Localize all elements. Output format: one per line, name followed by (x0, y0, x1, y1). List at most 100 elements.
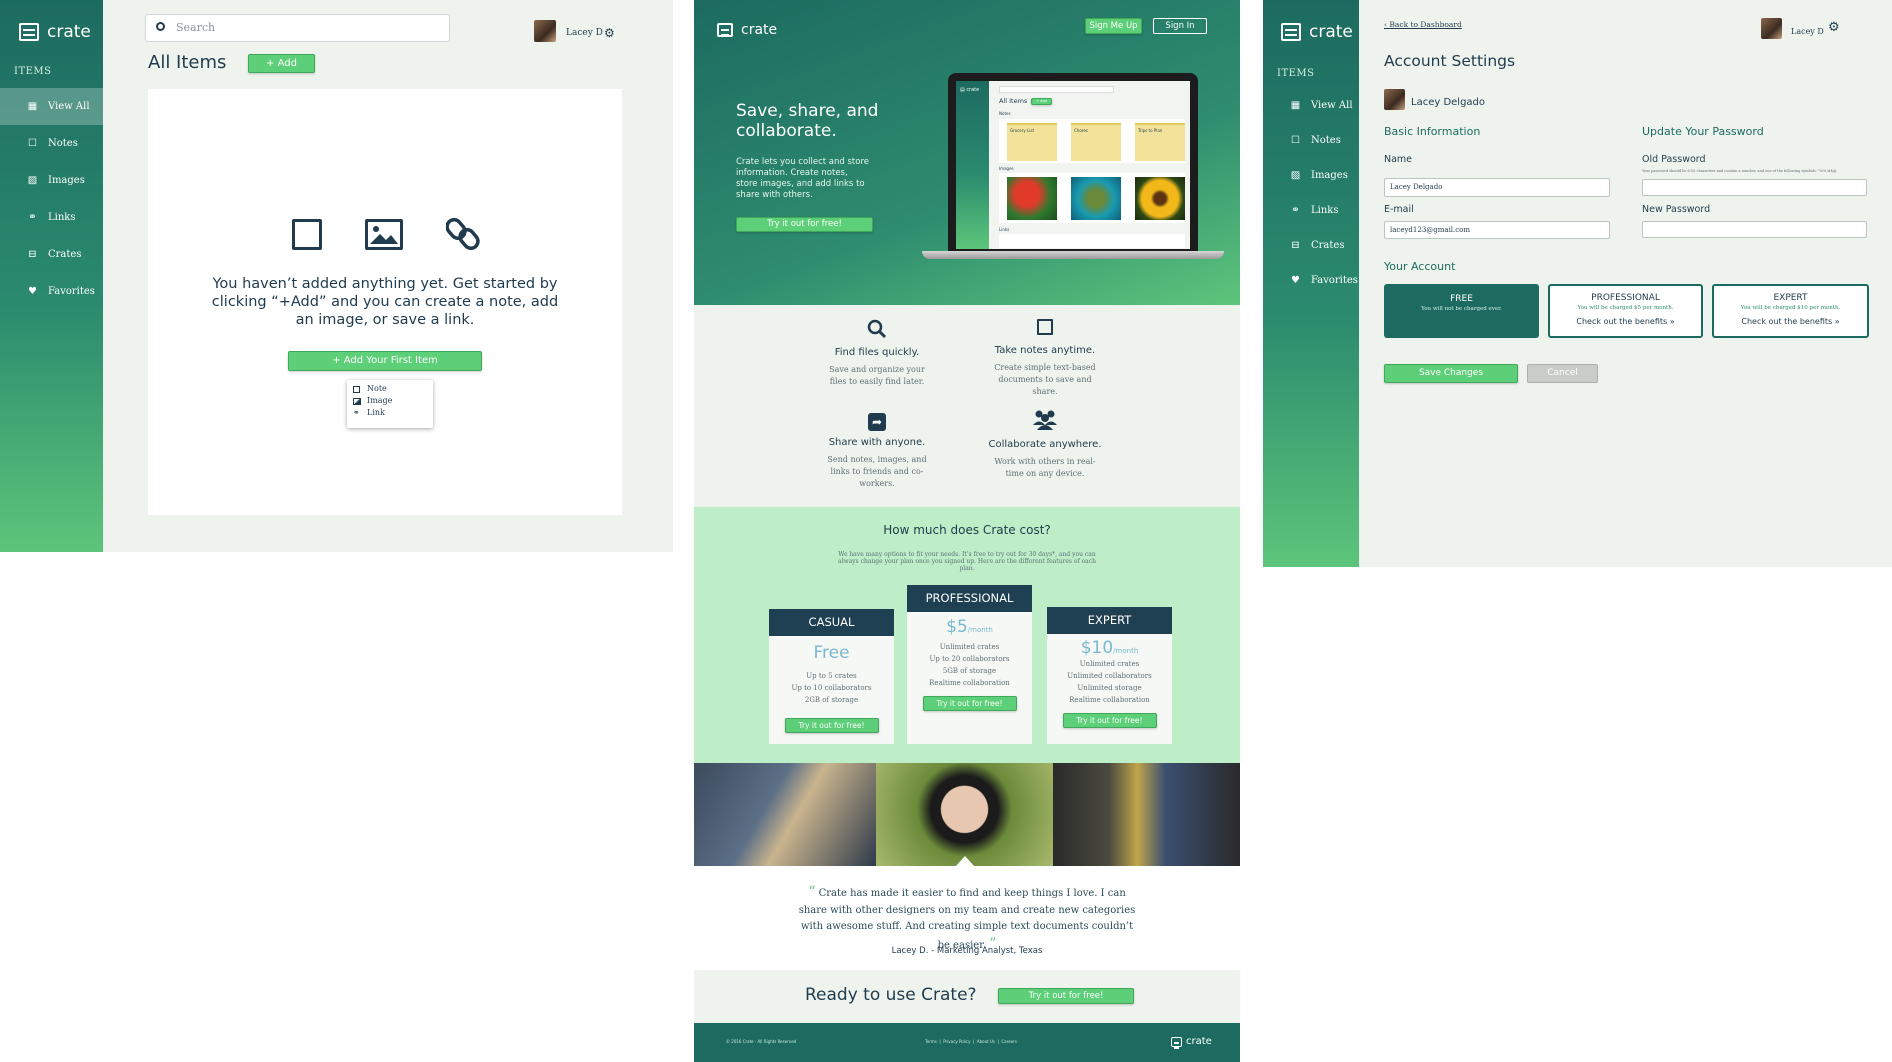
sidebar-item-label: Crates (1311, 240, 1345, 251)
plan-cta-button[interactable]: Try it out for free! (784, 718, 879, 733)
gear-icon[interactable]: ⚙ (604, 26, 615, 40)
signup-button[interactable]: Sign Me Up (1085, 18, 1142, 34)
sidebar-item-notes[interactable]: ☐ Notes (1263, 123, 1359, 158)
hero-section: crate Sign Me Up Sign In Save, share, an… (694, 0, 1240, 305)
footer-links[interactable]: Terms | Privacy Policy | About Us | Care… (925, 1039, 1017, 1044)
sidebar-item-images[interactable]: ▨ Images (0, 162, 103, 199)
mockup-images-label: Images (999, 166, 1014, 171)
user-name[interactable]: Lacey D (566, 28, 603, 38)
link-icon: ⚭ (28, 212, 37, 223)
email-label: E-mail (1384, 204, 1414, 215)
plan-cta-button[interactable]: Try it out for free! (922, 696, 1017, 711)
sidebar-item-view-all[interactable]: ▦ View All (1263, 88, 1359, 123)
sidebar-item-images[interactable]: ▨ Images (1263, 158, 1359, 193)
logo[interactable]: crate (19, 22, 91, 42)
plan-option-expert[interactable]: EXPERT You will be charged $10 per month… (1712, 284, 1869, 338)
plan-feature: Unlimited crates (939, 643, 1000, 651)
image-icon[interactable] (365, 219, 403, 250)
photo-pointer (956, 856, 974, 866)
plan-feature: Realtime collaboration (929, 679, 1010, 687)
testimonial-quote: “ Crate has made it easier to find and k… (798, 884, 1136, 952)
note-icon (1037, 319, 1053, 335)
plan-per: /month (967, 626, 993, 634)
open-quote-icon: “ (808, 884, 816, 900)
settings-sidebar: crate ITEMS ▦ View All ☐ Notes ▨ Images ⚭ Links… (1263, 0, 1359, 567)
menu-item-link[interactable]: ⚭ Link (353, 408, 433, 420)
new-password-field[interactable] (1642, 221, 1867, 238)
note-icon[interactable] (292, 219, 322, 250)
sidebar-heading: ITEMS (14, 66, 52, 77)
hero-cta-button[interactable]: Try it out for free! (736, 217, 873, 232)
feature-title: Take notes anytime. (994, 345, 1096, 356)
footer: © 2016 Crate · All Rights Reserved Terms… (694, 1023, 1240, 1062)
sidebar-item-favorites[interactable]: ♥ Favorites (0, 273, 103, 310)
crate-logo-icon (1281, 23, 1301, 41)
save-button[interactable]: Save Changes (1384, 364, 1518, 383)
footer-logo[interactable]: crate (1171, 1036, 1212, 1049)
laptop-mockup: ▤ crate All Items + Add Notes Grocery Li… (922, 73, 1224, 261)
account-title: Your Account (1384, 260, 1456, 273)
gear-icon[interactable]: ⚙ (1828, 20, 1840, 35)
back-link[interactable]: ‹ Back to Dashboard (1384, 20, 1462, 29)
plan-option-free[interactable]: FREE You will not be charged ever. (1384, 284, 1539, 338)
plan-cta-button[interactable]: Try it out for free! (1062, 713, 1157, 728)
plan-feature: Unlimited storage (1077, 684, 1142, 692)
sidebar-item-label: Notes (1311, 135, 1341, 146)
empty-message: You haven’t added anything yet. Get star… (211, 276, 559, 328)
logo[interactable]: crate (1281, 22, 1353, 42)
sidebar-item-links[interactable]: ⚭ Links (0, 199, 103, 236)
old-password-label: Old Password (1642, 154, 1706, 165)
ready-cta-button[interactable]: Try it out for free! (998, 988, 1134, 1004)
sidebar-item-favorites[interactable]: ♥ Favorites (1263, 263, 1359, 298)
search-input[interactable]: Search (145, 14, 450, 42)
name-field[interactable]: Lacey Delgado (1384, 178, 1610, 197)
plan-feature: 5GB of storage (942, 667, 997, 675)
empty-state-card: You haven’t added anything yet. Get star… (148, 89, 622, 515)
new-password-label: New Password (1642, 204, 1711, 215)
benefits-link[interactable]: Check out the benefits » (1550, 317, 1701, 326)
plan-price: Free (813, 643, 850, 663)
sidebar-item-view-all[interactable]: ▦ View All (0, 88, 103, 125)
sidebar-item-crates[interactable]: ⊟ Crates (0, 236, 103, 273)
user-name[interactable]: Lacey D (1791, 27, 1824, 36)
menu-item-note[interactable]: Note (353, 384, 433, 396)
plan-feature: Up to 5 crates (806, 672, 857, 680)
cancel-button[interactable]: Cancel (1527, 364, 1598, 383)
sidebar-item-label: Images (1311, 170, 1348, 181)
link-icon: ⚭ (1291, 205, 1300, 216)
feature-take-notes: Take notes anytime. Create simple text-b… (980, 319, 1110, 398)
crate-logo-icon (1171, 1036, 1182, 1049)
avatar[interactable] (1761, 18, 1782, 39)
search-placeholder: Search (176, 21, 216, 34)
email-field[interactable]: laceyd123@gmail.com (1384, 221, 1610, 239)
avatar[interactable] (534, 20, 556, 42)
menu-item-image[interactable]: Image (353, 396, 433, 408)
mockup-image-sunflower (1135, 177, 1185, 220)
sidebar-item-label: Crates (48, 249, 82, 260)
landing-logo[interactable]: crate (717, 22, 777, 38)
sidebar-item-links[interactable]: ⚭ Links (1263, 193, 1359, 228)
ready-section: Ready to use Crate? Try it out for free! (694, 970, 1240, 1023)
plan-per: /month (1113, 647, 1139, 655)
sidebar-item-notes[interactable]: ☐ Notes (0, 125, 103, 162)
signin-button[interactable]: Sign In (1153, 18, 1207, 34)
add-first-item-button[interactable]: + Add Your First Item (288, 351, 482, 371)
plan-feature: 2GB of storage (804, 696, 859, 704)
mockup-logo: ▤ crate (960, 87, 980, 93)
sidebar-item-label: Links (1311, 205, 1339, 216)
search-icon (156, 22, 165, 31)
sidebar-item-crates[interactable]: ⊟ Crates (1263, 228, 1359, 263)
feature-title: Share with anyone. (828, 437, 926, 448)
testimonial-author: Lacey D. - Marketing Analyst, Texas (891, 946, 1043, 956)
crate-logo-icon (717, 23, 733, 37)
plan-option-professional[interactable]: PROFESSIONAL You will be charged $5 per … (1548, 284, 1703, 338)
link-icon: ⚭ (353, 408, 360, 417)
features-section: Find files quickly. Save and organize yo… (694, 305, 1240, 507)
add-button[interactable]: + Add (248, 54, 315, 73)
image-icon: ▨ (27, 175, 38, 186)
benefits-link[interactable]: Check out the benefits » (1714, 317, 1867, 326)
old-password-field[interactable] (1642, 179, 1867, 196)
chevron-down-icon: » (1834, 317, 1840, 326)
dashboard-sidebar: crate ITEMS ▦ View All ☐ Notes ▨ Images ⚭ Links… (0, 0, 103, 552)
link-icon[interactable] (445, 216, 480, 256)
